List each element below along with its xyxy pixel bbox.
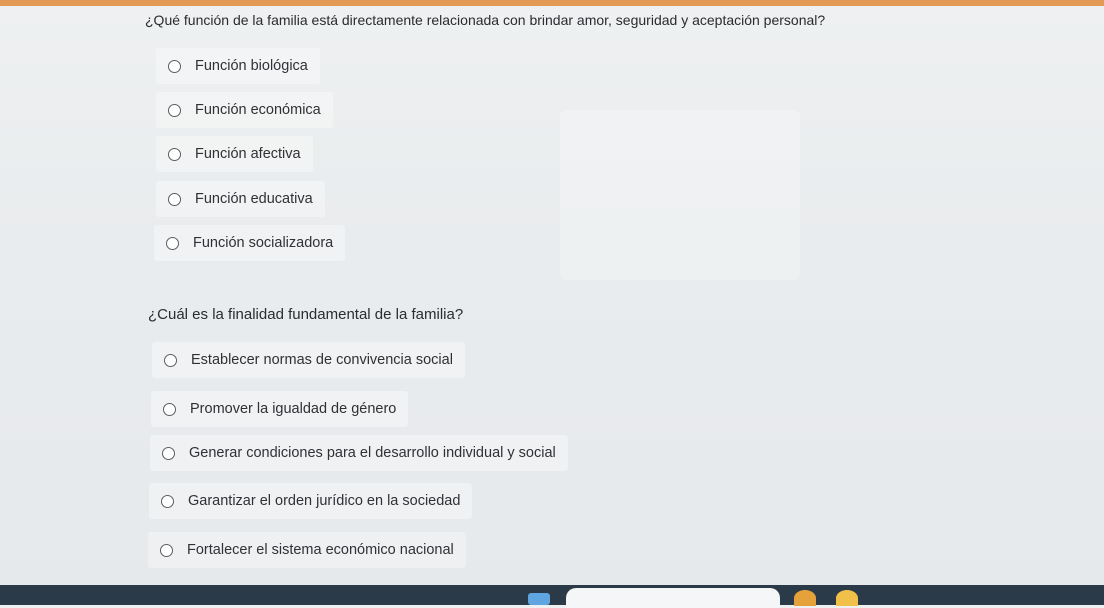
q2-option-normas[interactable]: Establecer normas de convivencia social [152, 342, 465, 378]
q1-option-economica[interactable]: Función económica [156, 92, 333, 128]
q2-option-igualdad[interactable]: Promover la igualdad de género [151, 391, 409, 427]
question-2-text: ¿Cuál es la finalidad fundamental de la … [148, 306, 464, 323]
radio-icon[interactable] [168, 192, 181, 206]
taskbar [0, 585, 1104, 605]
taskbar-app-icon[interactable] [528, 593, 550, 605]
taskbar-app-icon-2[interactable] [836, 590, 858, 606]
option-label: Fortalecer el sistema económico nacional [187, 542, 454, 558]
radio-icon[interactable] [168, 103, 181, 117]
radio-icon[interactable] [163, 402, 176, 416]
q1-option-biologica[interactable]: Función biológica [156, 48, 320, 84]
option-label: Generar condiciones para el desarrollo i… [189, 445, 556, 461]
option-label: Garantizar el orden jurídico en la socie… [188, 493, 461, 509]
taskbar-search-box[interactable] [566, 588, 780, 608]
q1-option-afectiva[interactable]: Función afectiva [156, 136, 313, 172]
taskbar-browser-icon[interactable] [794, 590, 816, 606]
radio-icon[interactable] [160, 543, 173, 557]
q2-option-desarrollo[interactable]: Generar condiciones para el desarrollo i… [150, 435, 568, 471]
option-label: Función socializadora [193, 235, 334, 251]
radio-icon[interactable] [164, 353, 177, 367]
q2-option-orden-juridico[interactable]: Garantizar el orden jurídico en la socie… [149, 483, 473, 519]
radio-icon[interactable] [168, 147, 181, 161]
option-label: Función afectiva [195, 146, 301, 162]
option-label: Función biológica [195, 58, 308, 74]
option-label: Promover la igualdad de género [190, 401, 397, 417]
radio-icon[interactable] [162, 446, 175, 460]
option-label: Función económica [195, 102, 321, 118]
option-label: Establecer normas de convivencia social [191, 352, 453, 368]
radio-icon[interactable] [168, 59, 181, 73]
option-label: Función educativa [195, 191, 313, 207]
q1-option-socializadora[interactable]: Función socializadora [154, 225, 346, 261]
question-2: ¿Cuál es la finalidad fundamental de la … [0, 292, 1104, 582]
q2-option-economico[interactable]: Fortalecer el sistema económico nacional [148, 532, 466, 568]
question-1: ¿Qué función de la familia está directam… [0, 0, 1104, 276]
q1-option-educativa[interactable]: Función educativa [156, 181, 325, 217]
radio-icon[interactable] [161, 494, 174, 508]
question-1-text: ¿Qué función de la familia está directam… [145, 12, 826, 28]
radio-icon[interactable] [166, 236, 179, 250]
